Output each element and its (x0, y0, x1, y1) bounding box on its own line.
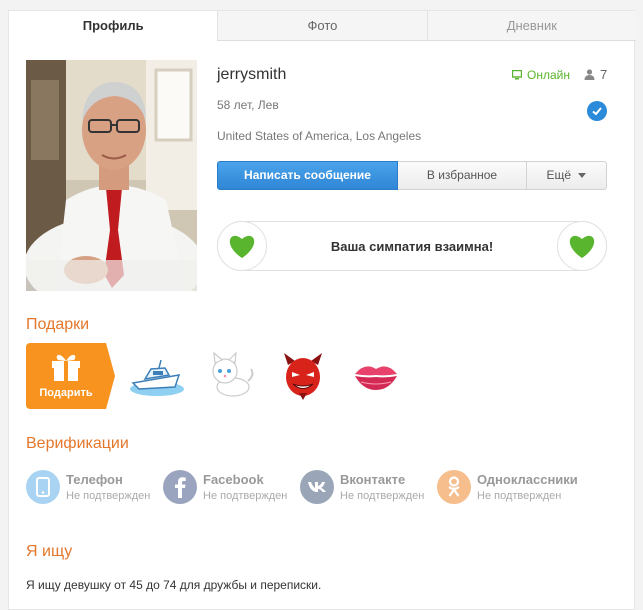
verify-phone-label: Телефон (66, 472, 123, 487)
mutual-sympathy-text: Ваша симпатия взаимна! (330, 239, 494, 254)
heart-icon[interactable] (557, 221, 607, 271)
online-status: Онлайн (512, 68, 570, 82)
verify-vkontakte-label: Вконтакте (340, 472, 406, 487)
tab-diary[interactable]: Дневник (426, 11, 636, 41)
facebook-icon (163, 470, 197, 504)
odnoklassniki-icon (437, 470, 471, 504)
kitten-gift-icon[interactable] (199, 345, 261, 407)
verified-check-icon (587, 101, 607, 121)
verification-title: Верификации (26, 435, 129, 452)
username: jerrysmith (217, 66, 287, 83)
friends-count-value: 7 (600, 67, 608, 82)
verify-phone[interactable]: Телефон Не подтвержден (26, 469, 163, 505)
send-message-button[interactable]: Написать сообщение (217, 161, 398, 190)
boat-gift-icon[interactable] (126, 345, 188, 407)
person-icon (584, 69, 595, 80)
friends-count[interactable]: 7 (584, 67, 607, 82)
verify-vkontakte-status: Не подтвержден (340, 490, 425, 502)
add-favorite-button[interactable]: В избранное (398, 161, 527, 190)
verify-facebook[interactable]: Facebook Не подтвержден (163, 469, 300, 505)
mutual-sympathy: Ваша симпатия взаимна! (217, 221, 607, 271)
gifts-list: Подарить (26, 343, 407, 409)
verify-phone-status: Не подтвержден (66, 490, 151, 502)
vk-icon (300, 470, 334, 504)
verify-odnoklassniki[interactable]: Одноклассники Не подтвержден (437, 469, 578, 505)
verify-facebook-status: Не подтвержден (203, 490, 288, 502)
tab-photo[interactable]: Фото (217, 11, 427, 41)
location: United States of America, Los Angeles (217, 129, 422, 143)
verify-odnoklassniki-status: Не подтвержден (477, 490, 562, 502)
give-gift-label: Подарить (39, 387, 93, 399)
profile-tabs: Профиль Фото Дневник (9, 11, 636, 41)
profile-card: Профиль Фото Дневник jerrysmith Онлайн 7… (8, 10, 636, 610)
verify-vkontakte[interactable]: Вконтакте Не подтвержден (300, 469, 437, 505)
gift-box-icon (52, 354, 80, 381)
verify-odnoklassniki-label: Одноклассники (477, 472, 578, 487)
lips-gift-icon[interactable] (345, 345, 407, 407)
age-sign: 58 лет, Лев (217, 98, 279, 112)
chevron-down-icon (578, 173, 587, 179)
devil-gift-icon[interactable] (272, 345, 334, 407)
verify-facebook-label: Facebook (203, 472, 264, 487)
seeking-text: Я ищу девушку от 45 до 74 для дружбы и п… (26, 578, 322, 592)
give-gift-button[interactable]: Подарить (26, 343, 115, 409)
tab-profile[interactable]: Профиль (9, 11, 218, 41)
profile-photo[interactable] (26, 60, 197, 291)
more-label: Ещё (546, 168, 572, 182)
seeking-title: Я ищу (26, 543, 73, 560)
online-status-label: Онлайн (527, 68, 570, 82)
verification-list: Телефон Не подтвержден Facebook Не подтв… (26, 469, 578, 505)
more-dropdown-button[interactable]: Ещё (527, 161, 607, 190)
monitor-icon (512, 70, 522, 80)
action-buttons: Написать сообщение В избранное Ещё (217, 161, 607, 190)
gifts-title: Подарки (26, 316, 90, 333)
phone-icon (26, 470, 60, 504)
